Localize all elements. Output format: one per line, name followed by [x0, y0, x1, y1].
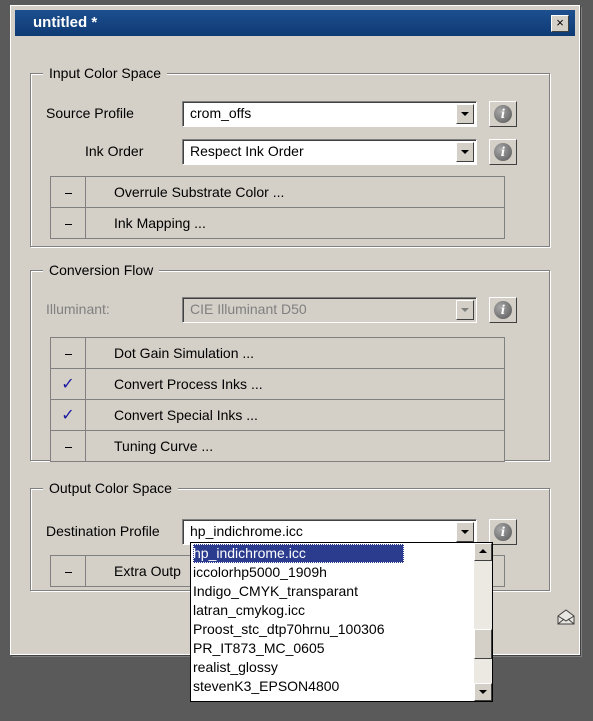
chevron-down-icon[interactable] — [456, 522, 474, 542]
scroll-down-button[interactable] — [474, 683, 492, 701]
option-status[interactable]: ✓ — [50, 399, 86, 431]
option-label[interactable]: Tuning Curve ... — [85, 430, 505, 462]
group-legend: Conversion Flow — [43, 262, 160, 278]
dash-icon — [64, 446, 72, 448]
source-profile-select[interactable]: crom_offs — [182, 101, 477, 127]
chevron-down-icon — [456, 300, 474, 320]
ink-order-select[interactable]: Respect Ink Order — [182, 139, 477, 165]
option-label[interactable]: Ink Mapping ... — [85, 207, 505, 239]
conversion-flow-group: Conversion Flow Illuminant: CIE Illumina… — [30, 262, 550, 462]
option-label[interactable]: Convert Special Inks ... — [85, 399, 505, 431]
table-row[interactable]: Dot Gain Simulation ... — [50, 337, 505, 369]
envelope-icon[interactable] — [557, 609, 575, 625]
destination-profile-label: Destination Profile — [46, 523, 160, 539]
table-row[interactable]: Overrule Substrate Color ... — [50, 176, 505, 208]
dropdown-option[interactable]: PR_IT873_MC_0605 — [193, 639, 325, 658]
window-title: untitled * — [33, 14, 98, 31]
dash-icon — [64, 192, 72, 194]
conversion-options-table: Dot Gain Simulation ... ✓ Convert Proces… — [50, 337, 505, 462]
source-profile-info-button[interactable]: i — [489, 101, 517, 127]
group-legend: Output Color Space — [43, 480, 178, 496]
table-row[interactable]: Tuning Curve ... — [50, 430, 505, 462]
option-status[interactable] — [50, 207, 86, 239]
destination-profile-value: hp_indichrome.icc — [190, 523, 303, 539]
option-label[interactable]: Convert Process Inks ... — [85, 368, 505, 400]
checkmark-icon: ✓ — [61, 407, 75, 424]
table-row[interactable]: ✓ Convert Process Inks ... — [50, 368, 505, 400]
info-icon: i — [494, 143, 512, 161]
close-button[interactable]: × — [551, 15, 569, 32]
illuminant-label: Illuminant: — [46, 301, 110, 317]
ink-order-info-button[interactable]: i — [489, 139, 517, 165]
title-bar[interactable]: untitled * × — [15, 10, 575, 36]
dash-icon — [64, 571, 72, 573]
table-row[interactable]: Ink Mapping ... — [50, 207, 505, 239]
dash-icon — [64, 223, 72, 225]
dropdown-option[interactable]: hp_indichrome.icc — [193, 544, 404, 563]
vertical-scrollbar[interactable] — [474, 543, 492, 701]
option-status[interactable] — [50, 430, 86, 462]
ink-order-value: Respect Ink Order — [190, 143, 304, 159]
dropdown-option[interactable]: Proost_stc_dtp70hrnu_100306 — [193, 620, 384, 639]
chevron-down-icon[interactable] — [456, 142, 474, 162]
input-options-table: Overrule Substrate Color ... Ink Mapping… — [50, 176, 505, 239]
ink-order-label: Ink Order — [85, 143, 144, 159]
illuminant-select: CIE Illuminant D50 — [182, 297, 477, 323]
checkmark-icon: ✓ — [61, 376, 75, 393]
dropdown-option[interactable]: Indigo_CMYK_transparant — [193, 582, 358, 601]
source-profile-value: crom_offs — [190, 105, 252, 121]
option-status[interactable] — [50, 176, 86, 208]
group-legend: Input Color Space — [43, 65, 168, 81]
option-status[interactable]: ✓ — [50, 368, 86, 400]
dropdown-option[interactable]: latran_cmykog.icc — [193, 601, 305, 620]
scroll-up-button[interactable] — [474, 543, 492, 561]
destination-profile-info-button[interactable]: i — [489, 519, 517, 545]
option-label[interactable]: Dot Gain Simulation ... — [85, 337, 505, 369]
info-icon: i — [494, 105, 512, 123]
illuminant-value: CIE Illuminant D50 — [190, 301, 307, 317]
option-label[interactable]: Overrule Substrate Color ... — [85, 176, 505, 208]
dropdown-option[interactable]: realist_glossy — [193, 658, 278, 677]
illuminant-info-button[interactable]: i — [489, 297, 517, 323]
info-icon: i — [494, 523, 512, 541]
input-color-space-group: Input Color Space Source Profile crom_of… — [30, 65, 550, 247]
scroll-thumb[interactable] — [474, 629, 492, 659]
dropdown-option[interactable]: stevenK3_EPSON4800 — [193, 677, 339, 696]
dropdown-option[interactable]: iccolorhp5000_1909h — [193, 563, 327, 582]
option-status[interactable] — [50, 337, 86, 369]
chevron-down-icon[interactable] — [456, 104, 474, 124]
dash-icon — [64, 353, 72, 355]
destination-profile-dropdown-list[interactable]: hp_indichrome.icc iccolorhp5000_1909h In… — [190, 542, 493, 702]
table-row[interactable]: ✓ Convert Special Inks ... — [50, 399, 505, 431]
option-status[interactable] — [50, 555, 86, 587]
source-profile-label: Source Profile — [46, 105, 134, 121]
info-icon: i — [494, 301, 512, 319]
